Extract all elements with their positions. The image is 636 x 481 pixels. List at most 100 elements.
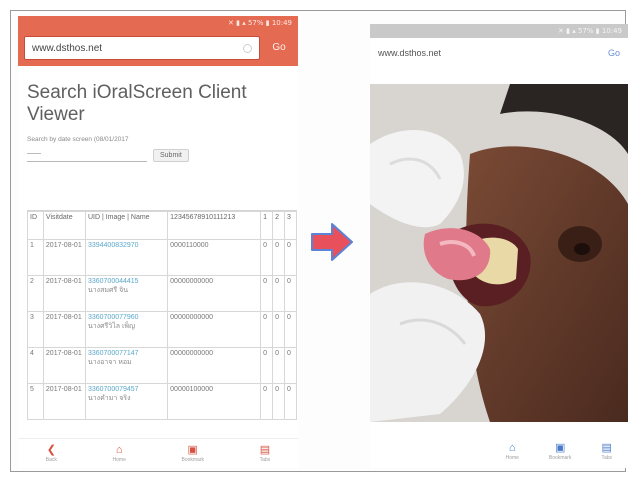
url-text[interactable]: www.dsthos.net <box>378 48 441 58</box>
table-header-row: ID Visitdate UID | Image | Name 12345678… <box>27 211 297 240</box>
home-icon: ⌂ <box>508 441 516 454</box>
patient-name: นางสมศรี จิน <box>87 287 129 294</box>
bookmark-star-icon[interactable] <box>243 43 252 53</box>
nav-tabs-label: Tabs <box>601 454 612 461</box>
header-numbers: 12345678910111213 <box>167 211 262 240</box>
url-field[interactable]: www.dsthos.net <box>24 36 260 60</box>
header-3: 3 <box>284 211 297 240</box>
cell-id: 5 <box>27 383 44 420</box>
header-visitdate: Visitdate <box>42 211 86 240</box>
patient-name: นางคำมา จริง <box>87 395 131 402</box>
cell-s1: 0 <box>260 347 274 384</box>
nav-home-label: Home <box>505 454 519 461</box>
search-date-input[interactable]: —— <box>27 150 147 162</box>
left-phone-screen: ✕ ▮ ▴ 57% ▮ 10:49 www.dsthos.net Go Sear… <box>18 16 298 468</box>
go-button[interactable]: Go <box>266 37 292 59</box>
nav-home[interactable]: ⌂ Home <box>506 442 519 461</box>
nav-home[interactable]: ⌂ Home <box>113 444 126 463</box>
search-label: Search by date screen (08/01/2017 <box>27 136 129 143</box>
uid-link[interactable]: 3394400832970 <box>88 242 165 249</box>
uid-link[interactable]: 3360700077960 <box>88 314 165 321</box>
bookmark-icon: ▣ <box>187 444 198 456</box>
table-row: 5 2017-08-01 3360700079457 นางคำมา จริง 0… <box>27 383 297 420</box>
cell-uid: 3360700044415 นางสมศรี จิน <box>84 275 169 312</box>
nav-tabs[interactable]: ▤ Tabs <box>601 442 612 461</box>
page-title: Search iOralScreen Client Viewer <box>27 82 247 125</box>
cell-date: 2017-08-01 <box>42 347 86 384</box>
cell-date: 2017-08-01 <box>42 383 86 420</box>
patient-name: นางอาจา หอม <box>87 359 132 366</box>
cell-id: 2 <box>27 275 44 312</box>
header-uid: UID | Image | Name <box>84 211 169 240</box>
header-2: 2 <box>272 211 286 240</box>
status-text: ✕ ▮ ▴ 57% ▮ 10:49 <box>558 27 622 35</box>
nav-bookmark-label: Bookmark <box>548 454 572 461</box>
cell-s2: 0 <box>272 347 286 384</box>
browser-toolbar: www.dsthos.net Go <box>18 30 298 66</box>
patient-name: นางศรีวิไล เพ็ญ <box>87 323 135 330</box>
cell-s3: 0 <box>284 239 297 276</box>
cell-id: 4 <box>27 347 44 384</box>
cell-s3: 0 <box>284 383 297 420</box>
nav-home-label: Home <box>112 457 126 463</box>
cell-s2: 0 <box>272 275 286 312</box>
url-text: www.dsthos.net <box>32 42 103 54</box>
nav-back[interactable]: ❮ Back <box>46 444 57 463</box>
cell-numbers: 00000000000 <box>167 275 262 312</box>
header-1: 1 <box>260 211 274 240</box>
table-row: 4 2017-08-01 3360700077147 นางอาจา หอม 00… <box>27 347 297 384</box>
tabs-icon: ▤ <box>259 444 271 456</box>
back-icon: ❮ <box>46 444 56 456</box>
results-table: ID Visitdate UID | Image | Name 12345678… <box>27 211 297 420</box>
uid-link[interactable]: 3360700044415 <box>88 278 165 285</box>
table-row: 3 2017-08-01 3360700077960 นางศรีวิไล เพ็… <box>27 311 297 348</box>
cell-numbers: 00000000000 <box>167 311 262 348</box>
cell-s3: 0 <box>284 311 297 348</box>
cell-uid: 3394400832970 <box>84 239 169 276</box>
uid-link[interactable]: 3360700079457 <box>88 386 165 393</box>
cell-s1: 0 <box>260 383 274 420</box>
cell-numbers: 00000000000 <box>167 347 262 384</box>
cell-uid: 3360700079457 นางคำมา จริง <box>84 383 169 420</box>
cell-date: 2017-08-01 <box>42 311 86 348</box>
cell-s1: 0 <box>260 311 274 348</box>
cell-s2: 0 <box>272 383 286 420</box>
header-id: ID <box>27 211 44 240</box>
table-row: 2 2017-08-01 3360700044415 นางสมศรี จิน 0… <box>27 275 297 312</box>
cell-s1: 0 <box>260 239 274 276</box>
status-bar: ✕ ▮ ▴ 57% ▮ 10:49 <box>18 16 298 30</box>
nav-bookmark-label: Bookmark <box>181 457 204 463</box>
cell-date: 2017-08-01 <box>42 275 86 312</box>
status-text: ✕ ▮ ▴ 57% ▮ 10:49 <box>228 19 292 27</box>
right-phone-screen: ✕ ▮ ▴ 57% ▮ 10:49 www.dsthos.net Go ⌂ Ho… <box>370 24 628 468</box>
home-icon: ⌂ <box>115 444 123 456</box>
go-button[interactable]: Go <box>608 48 620 58</box>
cell-s2: 0 <box>272 239 286 276</box>
cell-s3: 0 <box>284 347 297 384</box>
status-bar: ✕ ▮ ▴ 57% ▮ 10:49 <box>370 24 628 38</box>
cell-numbers: 0000110000 <box>167 239 262 276</box>
cell-s3: 0 <box>284 275 297 312</box>
nav-tabs[interactable]: ▤ Tabs <box>260 444 271 463</box>
nav-bookmark[interactable]: ▣ Bookmark <box>549 442 572 461</box>
cell-s2: 0 <box>272 311 286 348</box>
right-arrow-icon <box>311 223 353 261</box>
cell-date: 2017-08-01 <box>42 239 86 276</box>
results-table-container[interactable]: ID Visitdate UID | Image | Name 12345678… <box>27 210 297 442</box>
tabs-icon: ▤ <box>601 441 612 454</box>
nav-back-label: Back <box>45 457 57 463</box>
cell-s1: 0 <box>260 275 274 312</box>
search-row: —— Submit <box>27 149 289 162</box>
cell-numbers: 00000100000 <box>167 383 262 420</box>
browser-toolbar: www.dsthos.net Go <box>370 38 628 68</box>
cell-uid: 3360700077147 นางอาจา หอม <box>84 347 169 384</box>
bookmark-icon: ▣ <box>554 441 566 454</box>
nav-tabs-label: Tabs <box>259 457 271 463</box>
uid-link[interactable]: 3360700077147 <box>88 350 165 357</box>
oral-lesion-photo <box>370 84 628 422</box>
table-row: 1 2017-08-01 3394400832970 0000110000 0 … <box>27 239 297 276</box>
nav-bookmark[interactable]: ▣ Bookmark <box>181 444 204 463</box>
submit-button[interactable]: Submit <box>153 149 189 162</box>
cell-id: 1 <box>27 239 44 276</box>
cell-uid: 3360700077960 นางศรีวิไล เพ็ญ <box>84 311 169 348</box>
